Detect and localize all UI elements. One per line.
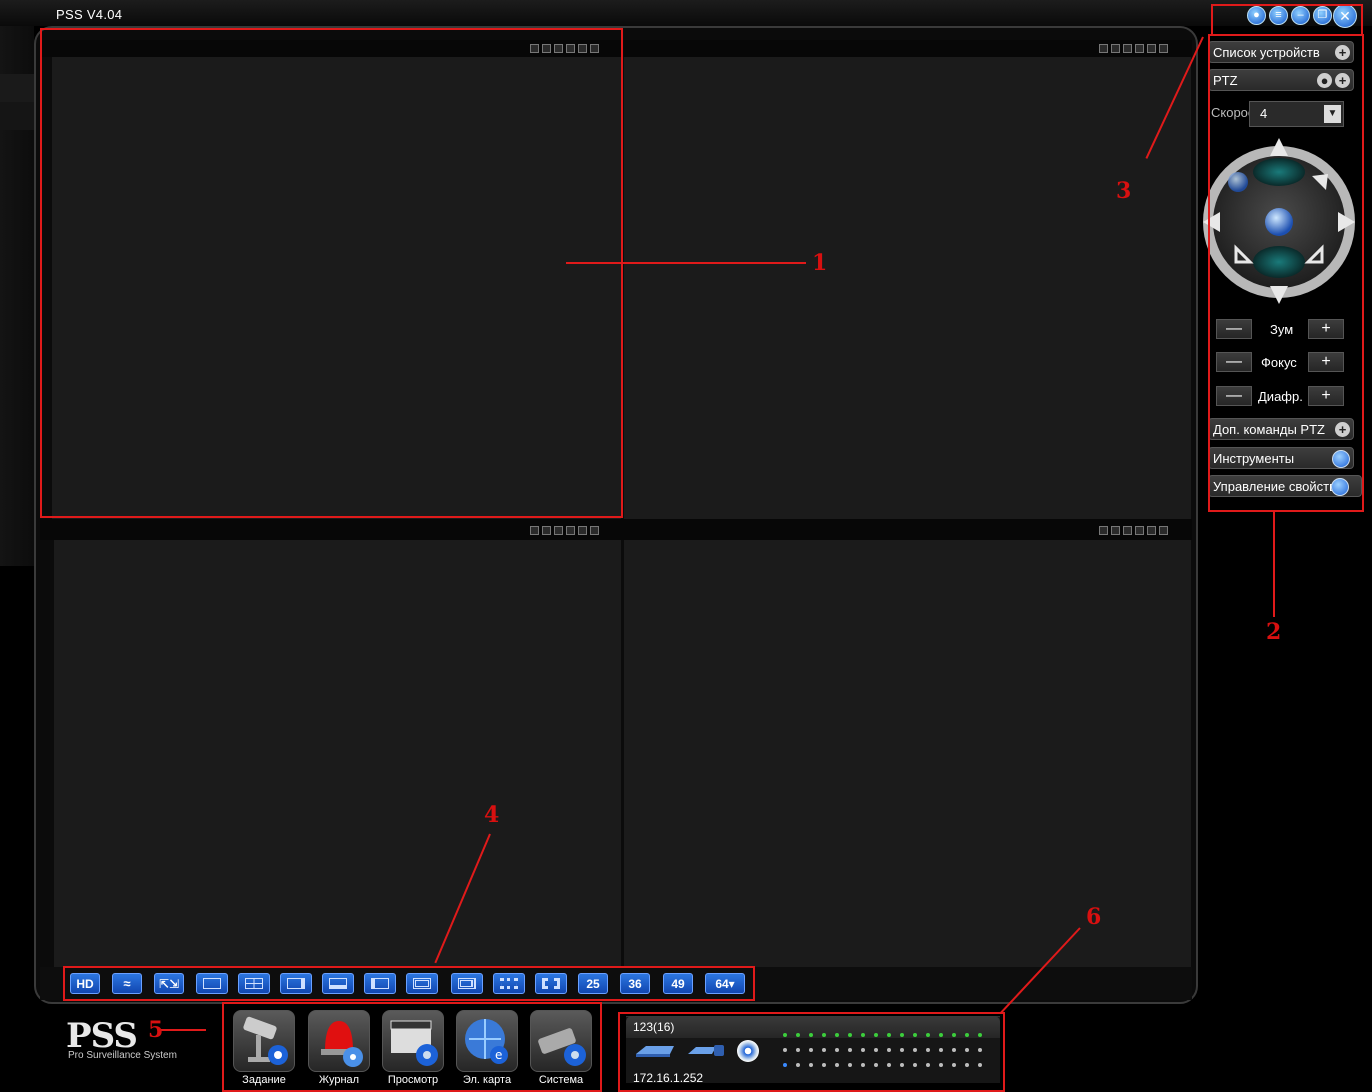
annotation-box-2 <box>1208 34 1364 512</box>
video-pane-3[interactable] <box>54 540 621 967</box>
annotation-line-1 <box>566 262 806 264</box>
annotation-box-1 <box>40 28 623 518</box>
annotation-number-4: 4 <box>484 802 500 828</box>
annotation-number-6: 6 <box>1086 904 1102 930</box>
annotation-line-5 <box>161 1029 206 1031</box>
annotation-number-3: 3 <box>1116 178 1132 204</box>
brand-tagline: Pro Surveillance System <box>68 1050 177 1061</box>
app-title: PSS V4.04 <box>56 7 123 22</box>
annotation-box-3 <box>1211 4 1363 36</box>
left-edge-panel <box>0 26 34 566</box>
annotation-box-4 <box>63 966 755 1001</box>
pane-3-tools[interactable] <box>530 526 599 535</box>
pane-2-tools[interactable] <box>1099 44 1168 53</box>
annotation-number-2: 2 <box>1266 619 1282 645</box>
annotation-box-5 <box>222 1002 602 1092</box>
pane-header-bottom <box>40 519 1192 540</box>
video-pane-2[interactable] <box>624 57 1191 519</box>
annotation-box-6 <box>618 1012 1005 1092</box>
video-pane-4[interactable] <box>624 540 1191 967</box>
annotation-number-1: 1 <box>812 250 828 276</box>
pane-4-tools[interactable] <box>1099 526 1168 535</box>
annotation-number-5: 5 <box>148 1017 164 1043</box>
title-bar <box>0 0 1372 26</box>
annotation-line-2 <box>1273 512 1275 617</box>
